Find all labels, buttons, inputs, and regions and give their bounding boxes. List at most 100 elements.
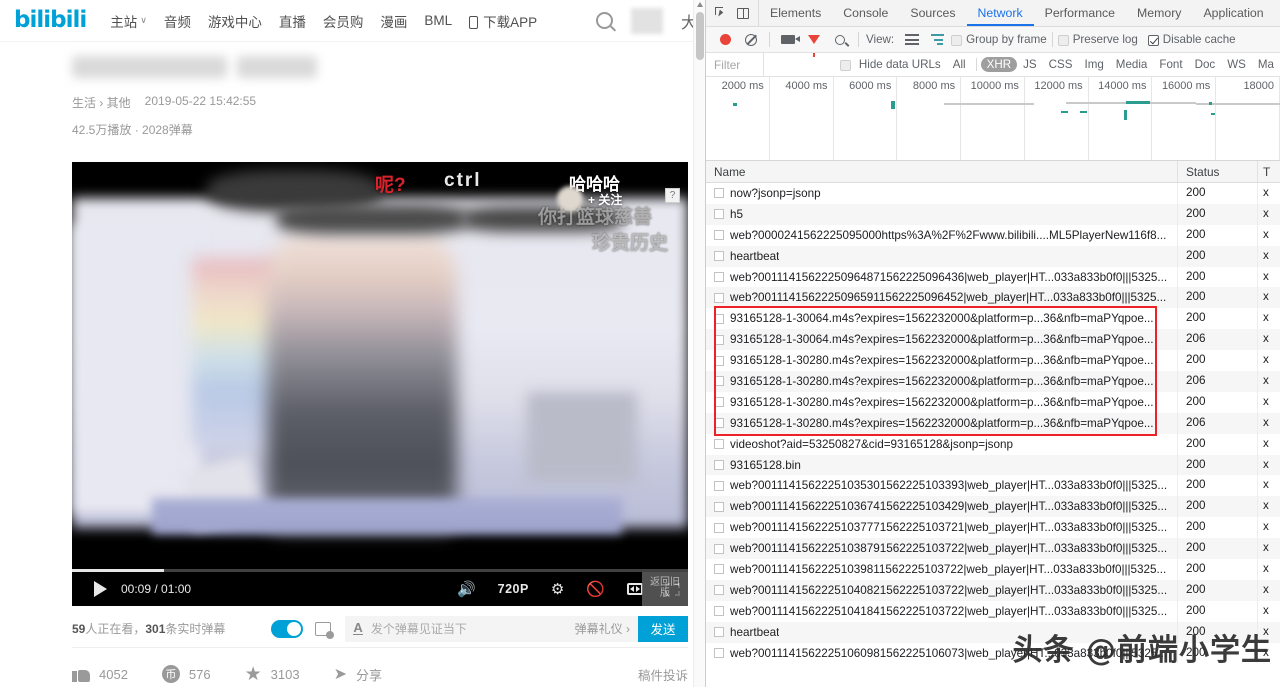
video-player[interactable]: 呢? ctrl 哈哈哈 你打篮球慈善 珍贵历史 + 关注 ? 00:09 / 0… [72,162,688,606]
clear-button[interactable] [738,33,764,46]
table-row[interactable]: 93165128-1-30280.m4s?expires=1562232000&… [706,412,1280,434]
table-row[interactable]: web?00111415622251039811562225103722|web… [706,559,1280,580]
favorite-button[interactable]: ★ 3103 [245,665,300,684]
font-color-icon[interactable]: A [353,621,363,635]
tab-network[interactable]: Network [967,0,1034,26]
record-button[interactable] [712,34,738,45]
table-row[interactable]: 93165128-1-30064.m4s?expires=1562232000&… [706,308,1280,330]
request-name-cell[interactable]: web?00111415622251040821562225103722|web… [706,579,1178,601]
scroll-up-arrow-icon[interactable] [697,2,703,7]
table-row[interactable]: web?00111415622251038791562225103722|web… [706,538,1280,560]
request-name-cell[interactable]: web?00111415622251041841562225103722|web… [706,600,1178,622]
group-by-frame-checkbox[interactable] [951,35,963,46]
breadcrumb[interactable]: 生活 › 其他 [72,94,131,111]
danmaku-off-icon[interactable]: 🚫 [586,580,605,598]
table-row[interactable]: 93165128-1-30280.m4s?expires=1562232000&… [706,391,1280,413]
request-name-cell[interactable]: 93165128.bin [706,454,1178,476]
table-row[interactable]: 93165128-1-30280.m4s?expires=1562232000&… [706,371,1280,392]
request-name-cell[interactable]: 93165128-1-30280.m4s?expires=1562232000&… [706,371,1178,392]
column-header-status[interactable]: Status [1178,160,1258,183]
request-name-cell[interactable]: web?00111415622250964871562225096436|web… [706,266,1178,288]
share-button[interactable]: ➤ 分享 [334,664,382,684]
table-row[interactable]: 93165128-1-30064.m4s?expires=1562232000&… [706,329,1280,351]
filter-type-all[interactable]: All [947,57,972,72]
capture-screenshots-button[interactable] [775,35,801,44]
filter-type-img[interactable]: Img [1078,57,1109,72]
request-name-cell[interactable]: web?00111415622251037771562225103721|web… [706,517,1178,539]
request-table[interactable]: now?jsonp=jsonp 200 x h5 200 x web?00002415622… [706,183,1280,687]
nav-link-1[interactable]: 音频 [164,11,191,31]
follow-control[interactable]: + 关注 [557,186,622,212]
request-name-cell[interactable]: h5 [706,203,1178,225]
nav-link-6[interactable]: BML [424,13,452,28]
table-row[interactable]: now?jsonp=jsonp 200 x [706,183,1280,204]
search-icon[interactable] [595,12,613,29]
column-header-type[interactable]: T [1258,161,1280,183]
bilibili-logo[interactable]: bilibili [14,7,87,33]
send-danmaku-button[interactable]: 发送 [638,615,688,642]
hide-data-urls-checkbox[interactable] [839,60,851,71]
tab-console[interactable]: Console [832,0,899,26]
table-row[interactable]: web?0000241562225095000https%3A%2F%2Fwww… [706,224,1280,246]
widescreen-icon[interactable] [627,583,643,595]
table-row[interactable]: heartbeat 200 x [706,245,1280,267]
play-icon[interactable] [94,581,107,597]
filter-type-js[interactable]: JS [1017,57,1043,72]
table-row[interactable]: web?00111415622251037771562225103721|web… [706,517,1280,539]
inspect-element-icon[interactable] [715,7,727,19]
nav-link-5[interactable]: 漫画 [380,11,407,31]
table-row[interactable]: web?00111415622250965911562225096452|web… [706,287,1280,309]
avatar[interactable] [557,186,583,212]
page-scrollbar[interactable] [693,0,705,687]
report-link[interactable]: 稿件投诉 [638,665,688,684]
disable-cache-checkbox[interactable] [1147,35,1159,46]
request-name-cell[interactable]: heartbeat [706,245,1178,267]
filter-type-font[interactable]: Font [1153,57,1188,72]
volume-icon[interactable]: 🔊 [457,580,476,598]
danmaku-rules-link[interactable]: 弹幕礼仪 › [575,620,630,637]
tab-performance[interactable]: Performance [1034,0,1126,26]
request-name-cell[interactable]: 93165128-1-30280.m4s?expires=1562232000&… [706,391,1178,413]
scrollbar-thumb[interactable] [696,12,704,60]
request-name-cell[interactable]: web?00111415622251036741562225103429|web… [706,496,1178,518]
tab-elements[interactable]: Elements [759,0,832,26]
table-row[interactable]: web?00111415622250964871562225096436|web… [706,266,1280,288]
request-name-cell[interactable]: 93165128-1-30064.m4s?expires=1562232000&… [706,308,1178,330]
request-name-cell[interactable]: videoshot?aid=53250827&cid=93165128&json… [706,433,1178,455]
waterfall-view-button[interactable] [925,34,951,45]
filter-type-ma[interactable]: Ma [1252,57,1280,72]
filter-type-xhr[interactable]: XHR [980,57,1018,72]
danmaku-input[interactable]: A 发个弹幕见证当下 弹幕礼仪 › [345,615,638,642]
nav-link-0[interactable]: 主站 ∨ [110,11,147,31]
preserve-log-option[interactable]: Preserve log [1057,33,1138,46]
request-name-cell[interactable]: web?0000241562225095000https%3A%2F%2Fwww… [706,224,1178,246]
request-name-cell[interactable]: web?00111415622251035301562225103393|web… [706,475,1178,497]
search-button[interactable] [827,34,853,45]
table-row[interactable]: videoshot?aid=53250827&cid=93165128&json… [706,433,1280,455]
request-name-cell[interactable]: 93165128-1-30280.m4s?expires=1562232000&… [706,412,1178,434]
nav-link-3[interactable]: 直播 [279,11,306,31]
request-name-cell[interactable]: web?00111415622251038791562225103722|web… [706,538,1178,560]
danmaku-toggle[interactable] [271,619,304,638]
group-by-frame-option[interactable]: Group by frame [951,33,1047,46]
like-button[interactable]: 4052 [72,666,128,682]
hide-data-urls-option[interactable]: Hide data URLs [839,58,941,71]
device-toolbar-icon[interactable] [737,7,749,19]
tab-application[interactable]: Application [1192,0,1274,26]
quality-selector[interactable]: 720P [498,582,529,596]
list-view-button[interactable] [899,34,925,45]
filter-button[interactable] [801,35,827,57]
table-row[interactable]: h5 200 x [706,203,1280,225]
help-icon[interactable]: ? [665,188,680,203]
filter-type-doc[interactable]: Doc [1189,57,1222,72]
table-row[interactable]: web?00111415622251036741562225103429|web… [706,496,1280,518]
nav-link-4[interactable]: 会员购 [323,11,364,31]
disable-cache-option[interactable]: Disable cache [1147,33,1236,46]
follow-button[interactable]: + 关注 [588,191,622,208]
filter-type-css[interactable]: CSS [1043,57,1079,72]
old-version-button[interactable]: 返回旧版 [642,572,688,606]
gear-icon[interactable]: ⚙ [551,580,564,598]
table-row[interactable]: 93165128.bin 200 x [706,454,1280,476]
table-row[interactable]: web?00111415622251041841562225103722|web… [706,600,1280,622]
column-header-name[interactable]: Name [706,160,1178,183]
